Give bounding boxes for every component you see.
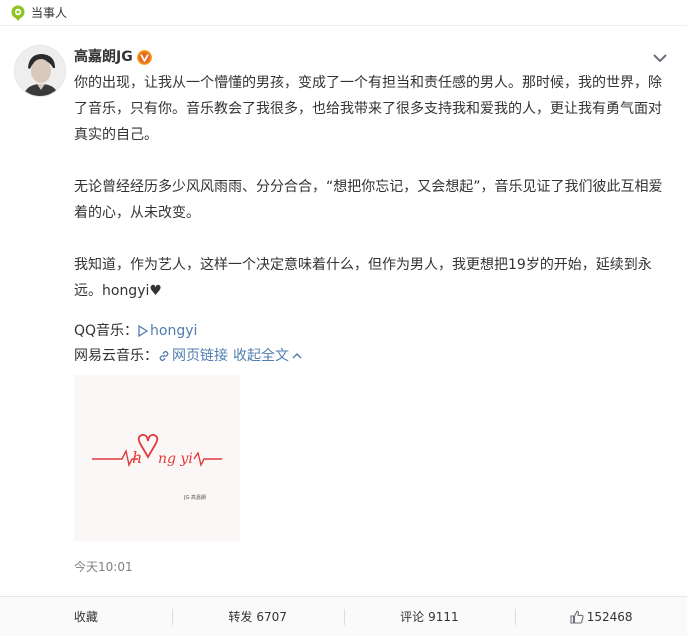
avatar-image: [15, 46, 65, 96]
like-button[interactable]: 152468: [515, 597, 687, 636]
heartbeat-image: h ng yi JG·高嘉朗: [74, 375, 240, 541]
post-timestamp[interactable]: 今天10:01: [74, 558, 133, 576]
avatar[interactable]: [14, 45, 66, 97]
netease-music-link[interactable]: 网页链接: [172, 346, 228, 366]
favorite-label: 收藏: [73, 610, 98, 624]
favorite-button[interactable]: 收藏: [0, 597, 172, 636]
collapse-button[interactable]: 收起全文: [233, 346, 289, 366]
post-paragraph-2: 无论曾经经历多少风风雨雨、分分合合，“想把你忘记，又会想起”，音乐见证了我们彼此…: [74, 179, 663, 221]
chevron-down-icon[interactable]: [652, 52, 668, 64]
comment-label: 评论: [400, 610, 425, 624]
qq-music-link[interactable]: hongyi: [150, 321, 197, 341]
netease-music-row: 网易云音乐： 网页链接 收起全文: [74, 346, 302, 366]
thumbs-up-icon: [570, 610, 584, 624]
topbar: 当事人: [0, 0, 687, 26]
image-caption: JG·高嘉朗: [183, 494, 206, 501]
qq-music-row: QQ音乐： hongyi: [74, 321, 197, 341]
repost-button[interactable]: 转发 6707: [171, 597, 344, 636]
post-paragraph-3: 我知道，作为艺人，这样一个决定意味着什么，但作为男人，我更想把19岁的开始，延续…: [74, 252, 672, 304]
repost-count: 6707: [256, 609, 287, 624]
link-icon: [159, 350, 169, 362]
handwriting-h: h: [132, 448, 142, 467]
comment-button[interactable]: 评论 9111: [343, 597, 516, 636]
like-count: 152468: [586, 609, 633, 624]
location-pin-icon: [11, 5, 25, 21]
netease-music-label: 网易云音乐：: [74, 348, 158, 364]
handwriting-ngyi: ng yi: [158, 451, 193, 467]
author-name[interactable]: 高嘉朗JG: [74, 47, 133, 67]
repost-label: 转发: [228, 610, 253, 624]
play-icon: [138, 325, 149, 337]
qq-music-label: QQ音乐：: [74, 323, 139, 339]
action-bar: 收藏 转发 6707 评论 9111 152468: [0, 596, 687, 636]
post-image[interactable]: h ng yi JG·高嘉朗: [74, 375, 240, 541]
chevron-up-icon[interactable]: [292, 352, 302, 360]
comment-count: 9111: [428, 609, 459, 624]
author-row: 高嘉朗JG: [74, 47, 152, 67]
heart-icon: ♥: [149, 283, 162, 299]
topbar-label[interactable]: 当事人: [31, 5, 67, 21]
post-paragraph-1: 你的出现，让我从一个懵懂的男孩，变成了一个有担当和责任感的男人。那时候，我的世界…: [74, 75, 662, 143]
post-body: 你的出现，让我从一个懵懂的男孩，变成了一个有担当和责任感的男人。那时候，我的世界…: [74, 70, 672, 304]
verified-v-icon[interactable]: [136, 49, 152, 65]
